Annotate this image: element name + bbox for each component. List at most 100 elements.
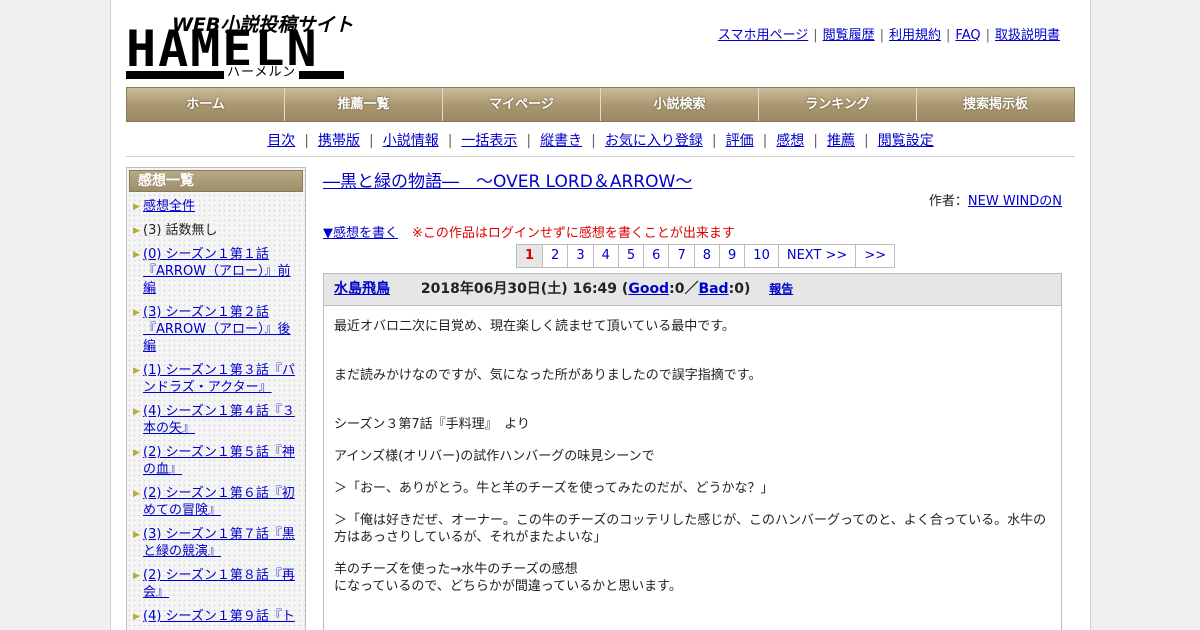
page-link[interactable]: 1 [516, 244, 544, 268]
sidebar-list: ▶ 感想全件 ▶ (3) 話数無し ▶ (0) シーズン１第１話『ARROW（アロー）』前… [127, 194, 305, 625]
bullet-icon: ▶ [133, 407, 140, 417]
nav-home[interactable]: ホーム [127, 88, 285, 121]
page-link[interactable]: 9 [720, 244, 746, 268]
top-link-smartphone[interactable]: スマホ用ページ [718, 28, 808, 43]
subnav-novel-info[interactable]: 小説情報 [383, 133, 439, 149]
page-link[interactable]: 3 [568, 244, 594, 268]
sidebar-item-label[interactable]: (4) シーズン１第４話『３本の矢』 [143, 404, 295, 436]
subnav-rating[interactable]: 評価 [726, 133, 754, 149]
page-link[interactable]: 8 [694, 244, 721, 268]
sidebar-item-label[interactable]: (1) シーズン１第３話『パンドラズ・アクター』 [143, 363, 295, 395]
sidebar-item[interactable]: ▶ (2) シーズン１第６話『初めての冒険』 [133, 485, 299, 519]
subnav-recommend[interactable]: 推薦 [827, 133, 855, 149]
write-review-link[interactable]: ▼感想を書く [323, 226, 398, 241]
sidebar-heading: 感想一覧 [129, 170, 303, 192]
logo-kana: ハーメルン [224, 65, 300, 80]
main-nav: ホーム 推薦一覧 マイページ 小説検索 ランキング 捜索掲示板 [126, 87, 1075, 122]
sidebar-item[interactable]: ▶ (3) シーズン１第２話『ARROW（アロー）』後編 [133, 304, 299, 355]
page: WEB小説投稿サイト HAMELN ハーメルン スマホ用ページ | 閲覧履歴 | 利用規… [110, 0, 1091, 630]
login-notice: ※この作品はログインせずに感想を書くことが出来ます [412, 226, 735, 241]
sidebar-item[interactable]: ▶ (1) シーズン１第３話『パンドラズ・アクター』 [133, 362, 299, 396]
author-link[interactable]: NEW WINDのN [968, 194, 1062, 209]
page-link[interactable]: 6 [644, 244, 670, 268]
subnav-reviews[interactable]: 感想 [776, 133, 804, 149]
bullet-icon: ▶ [133, 448, 140, 458]
review-paragraph: ＞「おー、ありがとう。牛と羊のチーズを使ってみたのだが、どうかな？」 [334, 481, 774, 496]
review-post: 水島飛鳥 2018年06月30日(土) 16:49 (Good:0／Bad:0)… [323, 273, 1062, 630]
nav-ranking[interactable]: ランキング [759, 88, 917, 121]
top-link-history[interactable]: 閲覧履歴 [823, 28, 875, 43]
review-paragraph: アインズ様(オリバー)の試作ハンバーグの味見シーンで [334, 449, 655, 464]
review-paragraph: まだ読みかけなのですが、気になった所がありましたので誤字指摘です。 [334, 368, 762, 383]
sidebar-item: ▶ (3) 話数無し [133, 222, 299, 239]
write-review-line: ▼感想を書く ※この作品はログインせずに感想を書くことが出来ます [323, 222, 735, 241]
sidebar-item-label[interactable]: (2) シーズン１第６話『初めての冒険』 [143, 486, 295, 518]
bullet-icon: ▶ [133, 308, 140, 318]
subnav-mobile[interactable]: 携帯版 [318, 133, 360, 149]
bad-link[interactable]: Bad [698, 281, 728, 297]
bullet-icon: ▶ [133, 250, 140, 260]
sidebar-item[interactable]: ▶ (2) シーズン１第８話『再会』 [133, 567, 299, 601]
bullet-icon: ▶ [133, 530, 140, 540]
subnav-toc[interactable]: 目次 [267, 133, 295, 149]
sidebar-item[interactable]: ▶ 感想全件 [133, 198, 299, 215]
sidebar-item-label[interactable]: 感想全件 [143, 199, 195, 214]
subnav-view-settings[interactable]: 閲覧設定 [878, 133, 934, 149]
bullet-icon: ▶ [133, 226, 140, 236]
sidebar-item-label: (3) 話数無し [143, 223, 218, 238]
author-label: 作者： [928, 194, 968, 209]
page-link[interactable]: 5 [618, 244, 645, 268]
subnav-favorite[interactable]: お気に入り登録 [605, 133, 703, 149]
page-link[interactable]: 7 [669, 244, 695, 268]
top-link-terms[interactable]: 利用規約 [889, 28, 941, 43]
reviewer-name[interactable]: 水島飛鳥 [334, 281, 390, 297]
bullet-icon: ▶ [133, 571, 140, 581]
sidebar-item[interactable]: ▶ (4) シーズン１第４話『３本の矢』 [133, 403, 299, 437]
bullet-icon: ▶ [133, 366, 140, 376]
nav-novel-search[interactable]: 小説検索 [601, 88, 759, 121]
review-date: 2018年06月30日(土) 16:49 (Good:0／Bad:0) [420, 281, 751, 297]
review-paragraph: 羊のチーズを使った→水牛のチーズの感想 になっているので、どちらかが間違っている… [334, 562, 682, 594]
sidebar-item-label[interactable]: (4) シーズン１第９話『ト [143, 609, 295, 624]
sidebar-item-label[interactable]: (3) シーズン１第７話『黒と緑の競演』 [143, 527, 295, 559]
review-date-text: 2018年06月30日(土) 16:49 [420, 281, 618, 297]
subnav-vertical[interactable]: 縦書き [540, 133, 582, 149]
review-paragraph: シーズン３第7話『手料理』 より [334, 417, 530, 432]
bullet-icon: ▶ [133, 612, 140, 622]
sidebar-item-label[interactable]: (2) シーズン１第８話『再会』 [143, 568, 295, 600]
sidebar-item[interactable]: ▶ (4) シーズン１第９話『ト [133, 608, 299, 625]
divider [126, 156, 1075, 157]
nav-mypage[interactable]: マイページ [443, 88, 601, 121]
review-sidebar: 感想一覧 ▶ 感想全件 ▶ (3) 話数無し ▶ (0) シーズン１第１話『ARROW（ア… [126, 167, 306, 630]
top-links: スマホ用ページ | 閲覧履歴 | 利用規約 | FAQ | 取扱説明書 [717, 28, 1060, 43]
good-count: 0 [674, 281, 685, 297]
top-link-faq[interactable]: FAQ [955, 28, 980, 43]
subnav-show-all[interactable]: 一括表示 [461, 133, 517, 149]
author-line: 作者：NEW WINDのN [929, 190, 1062, 209]
hameln-logo[interactable]: WEB小説投稿サイト HAMELN ハーメルン [126, 10, 353, 80]
bad-count: 0 [734, 281, 744, 297]
sidebar-item[interactable]: ▶ (0) シーズン１第１話『ARROW（アロー）』前編 [133, 246, 299, 297]
page-link[interactable]: NEXT >> [778, 244, 857, 268]
sidebar-item-label[interactable]: (0) シーズン１第１話『ARROW（アロー）』前編 [143, 247, 291, 296]
report-link[interactable]: 報告 [769, 282, 793, 296]
review-body: 最近オバロ二次に目覚め、現在楽しく読ませて頂いている最中です。 まだ読みかけなの… [324, 306, 1061, 595]
page-link[interactable]: 4 [593, 244, 619, 268]
top-link-manual[interactable]: 取扱説明書 [995, 28, 1060, 43]
page-link[interactable]: 2 [543, 244, 569, 268]
novel-title-link[interactable]: ―黒と緑の物語― ～OVER LORD＆ARROW～ [323, 172, 692, 192]
nav-recommendations[interactable]: 推薦一覧 [285, 88, 443, 121]
review-paragraph: ＞「俺は好きだぜ、オーナー。この牛のチーズのコッテリした感じが、このハンバーグっ… [334, 513, 1047, 545]
sidebar-item-label[interactable]: (3) シーズン１第２話『ARROW（アロー）』後編 [143, 305, 291, 354]
sidebar-item[interactable]: ▶ (3) シーズン１第７話『黒と緑の競演』 [133, 526, 299, 560]
nav-search-board[interactable]: 捜索掲示板 [917, 88, 1074, 121]
good-link[interactable]: Good [628, 281, 669, 297]
novel-title[interactable]: ―黒と緑の物語― ～OVER LORD＆ARROW～ [323, 167, 692, 192]
sidebar-item[interactable]: ▶ (2) シーズン１第５話『神の血』 [133, 444, 299, 478]
pagination: 1 2 3 4 5 6 7 8 9 10 NEXT >> >> [516, 244, 896, 268]
page-link[interactable]: 10 [745, 244, 779, 268]
page-link[interactable]: >> [856, 244, 896, 268]
review-paragraph: 最近オバロ二次に目覚め、現在楽しく読ませて頂いている最中です。 [334, 319, 735, 334]
sidebar-item-label[interactable]: (2) シーズン１第５話『神の血』 [143, 445, 295, 477]
bullet-icon: ▶ [133, 202, 140, 212]
